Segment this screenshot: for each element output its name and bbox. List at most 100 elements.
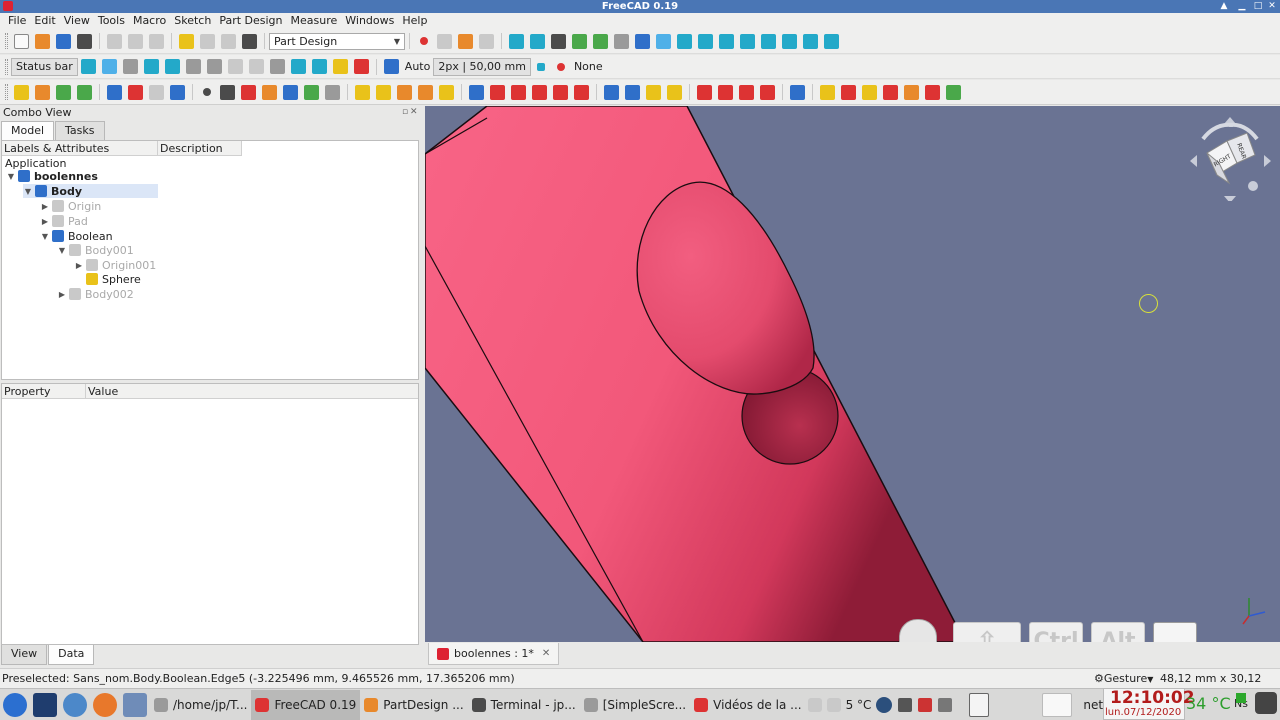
chamfer-icon[interactable] (718, 84, 733, 100)
draft-icon[interactable] (739, 84, 754, 100)
view-menu-icon[interactable] (635, 33, 650, 49)
fit-selection-icon[interactable] (530, 33, 545, 49)
front-view-icon[interactable] (698, 33, 713, 49)
debian-menu-icon[interactable] (3, 692, 27, 717)
toolbar-grip[interactable] (5, 33, 8, 49)
status-bar-toggle[interactable]: Status bar (11, 57, 78, 76)
sphere-tool-icon[interactable] (248, 59, 264, 74)
3d-viewport[interactable]: RIGHT REAR ⇧ Ctrl Alt (425, 106, 1280, 642)
taskbar-item-files[interactable]: /home/jp/T... (150, 690, 251, 720)
chevron-down-icon[interactable]: ▼ (57, 246, 67, 255)
logout-icon[interactable] (1255, 692, 1277, 714)
thickness-icon[interactable] (760, 84, 775, 100)
paste-icon[interactable] (149, 33, 164, 49)
value-column-header[interactable]: Value (86, 384, 416, 398)
tree-item-boolean[interactable]: ▼ Boolean (40, 229, 113, 243)
navcube-menu-icon[interactable] (1248, 181, 1258, 191)
measure-distance-icon[interactable] (824, 33, 839, 49)
view-back-icon[interactable] (593, 33, 608, 49)
none-label[interactable]: None (571, 60, 606, 73)
cut-icon[interactable] (107, 33, 122, 49)
menu-view[interactable]: View (60, 13, 94, 29)
description-header[interactable]: Description (158, 141, 242, 155)
groove-icon[interactable] (511, 84, 526, 100)
create-part-icon[interactable] (35, 84, 50, 100)
navcube-arrow-down-icon[interactable] (1224, 196, 1236, 201)
copy-icon[interactable] (128, 33, 143, 49)
open-file-icon[interactable] (35, 33, 50, 49)
navcube-rotate-left-icon[interactable] (1201, 122, 1234, 141)
auto-label[interactable]: Auto (402, 60, 434, 73)
cube-view-icon[interactable] (80, 59, 96, 74)
tab-view[interactable]: View (1, 645, 48, 665)
thunderbird-icon[interactable] (63, 692, 87, 717)
polar-pattern-icon[interactable] (646, 84, 661, 100)
execute-macro-icon[interactable] (479, 33, 494, 49)
print-icon[interactable] (77, 33, 92, 49)
clone-icon[interactable] (170, 84, 185, 100)
axis-cross-icon[interactable] (290, 59, 306, 74)
chevron-right-icon[interactable]: ▶ (40, 217, 50, 226)
isometric-icon[interactable] (677, 33, 692, 49)
toolbar-grip[interactable] (5, 58, 8, 75)
window-minimize-icon[interactable]: ▁ (1234, 0, 1250, 13)
float-icon[interactable]: ▫ (402, 107, 408, 117)
file-manager-icon[interactable] (123, 692, 147, 717)
create-body-icon[interactable] (14, 84, 29, 100)
navigation-style[interactable]: ⚙Gesture▼ (1094, 669, 1153, 689)
std-views-icon[interactable] (656, 33, 671, 49)
top-view-icon[interactable] (719, 33, 734, 49)
shield-icon[interactable] (918, 697, 933, 712)
clock[interactable]: 12:10:02 lun.07/12/2020 (1103, 688, 1195, 720)
multi-transform-icon[interactable] (667, 84, 682, 100)
firefox-launcher-icon[interactable] (93, 692, 117, 717)
datum-line-icon[interactable] (220, 84, 235, 100)
menu-tools[interactable]: Tools (94, 13, 129, 29)
whats-this-icon[interactable] (242, 33, 257, 49)
export-icon[interactable] (56, 84, 71, 100)
hole-icon[interactable] (490, 84, 505, 100)
tree-item-sphere[interactable]: Sphere (74, 272, 141, 286)
rotate-right-icon[interactable] (164, 59, 180, 74)
tree-item-body002[interactable]: ▶ Body002 (57, 287, 134, 301)
list-icon[interactable] (122, 59, 138, 74)
globe-icon[interactable] (876, 696, 893, 713)
tab-data[interactable]: Data (48, 645, 95, 665)
line-width-box[interactable]: 2px | 50,00 mm (433, 57, 531, 76)
undo-icon[interactable] (179, 33, 194, 49)
pocket-icon[interactable] (469, 84, 484, 100)
menu-macro[interactable]: Macro (129, 13, 170, 29)
menu-help[interactable]: Help (398, 13, 431, 29)
shape-binder-icon[interactable] (283, 84, 298, 100)
chevron-right-icon[interactable]: ▶ (40, 202, 50, 211)
loft-icon[interactable] (397, 84, 412, 100)
labels-header[interactable]: Labels & Attributes (2, 141, 158, 155)
subtractive-pipe-icon[interactable] (553, 84, 568, 100)
local-cs-icon[interactable] (262, 84, 277, 100)
measure-angular-icon[interactable] (841, 84, 856, 100)
boolean-tool-icon[interactable] (790, 84, 805, 100)
tree-item-origin001[interactable]: ▶ Origin001 (74, 258, 156, 272)
menu-windows[interactable]: Windows (341, 13, 398, 29)
taskbar-item-freecad[interactable]: FreeCAD 0.19 (251, 689, 361, 720)
measure-delta-icon[interactable] (946, 84, 961, 100)
property-column-header[interactable]: Property (2, 384, 86, 398)
clone-tool-icon[interactable] (325, 84, 340, 100)
taskbar-item-partdesign[interactable]: PartDesign ... (360, 690, 467, 720)
pipe-icon[interactable] (418, 84, 433, 100)
measure-linear-icon[interactable] (820, 84, 835, 100)
measure-3d-icon[interactable] (925, 84, 940, 100)
tree-item-body[interactable]: ▼ Body (23, 184, 158, 198)
record-macro-icon[interactable] (420, 37, 428, 45)
menu-edit[interactable]: Edit (30, 13, 59, 29)
taskbar-item-terminal[interactable]: Terminal - jp... (468, 690, 580, 720)
zoom-icon[interactable] (101, 59, 117, 74)
clipboard-icon[interactable] (969, 692, 990, 717)
document-tab[interactable]: boolennes : 1* ✕ (428, 643, 560, 665)
chevron-down-icon[interactable]: ▼ (40, 232, 50, 241)
sketch-icon[interactable] (128, 84, 143, 100)
desktop-icon[interactable] (33, 692, 57, 717)
window-close-icon[interactable]: ✕ (1264, 0, 1280, 13)
construction-icon[interactable] (536, 62, 545, 71)
chevron-down-icon[interactable]: ▼ (6, 172, 16, 181)
